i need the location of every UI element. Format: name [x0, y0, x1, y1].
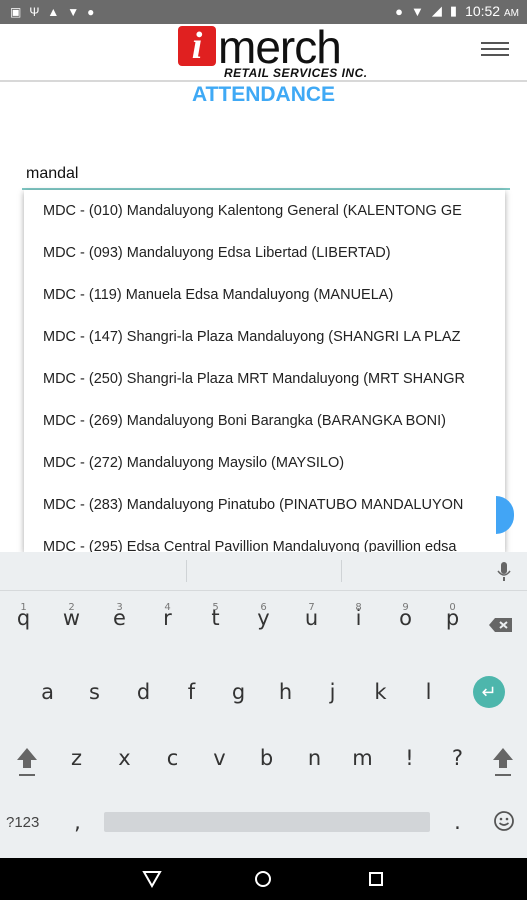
dropdown-item[interactable]: MDC - (269) Mandaluyong Boni Barangka (B…: [24, 400, 505, 442]
floating-action-button[interactable]: [496, 496, 514, 534]
key-z[interactable]: z: [53, 746, 100, 770]
emoji-icon[interactable]: [493, 810, 515, 832]
enter-key-icon[interactable]: ↵: [473, 676, 505, 708]
key-u[interactable]: 7u: [288, 602, 335, 630]
wifi-icon: ▼: [411, 3, 424, 19]
space-bar[interactable]: [104, 812, 430, 832]
dropdown-item[interactable]: MDC - (093) Mandaluyong Edsa Libertad (L…: [24, 232, 505, 274]
autocomplete-dropdown: MDC - (010) Mandaluyong Kalentong Genera…: [24, 190, 505, 552]
location-icon: ●: [395, 3, 404, 19]
key-p[interactable]: 0p: [429, 602, 476, 630]
clock: 10:52 AM: [465, 3, 519, 19]
key-t[interactable]: 5t: [192, 602, 239, 630]
key-o[interactable]: 9o: [382, 602, 429, 630]
backspace-icon[interactable]: [488, 617, 514, 633]
key-l[interactable]: l: [405, 680, 452, 704]
dropdown-item[interactable]: MDC - (283) Mandaluyong Pinatubo (PINATU…: [24, 484, 505, 526]
notification-icons: ▣ Ψ ▲ ▼ ●: [10, 4, 94, 20]
logo-tagline: RETAIL SERVICES INC.: [224, 66, 368, 80]
imerch-logo: i merch RETAIL SERVICES INC.: [178, 21, 388, 80]
store-search-input[interactable]: [22, 160, 510, 190]
logo-i-mark: i: [178, 26, 216, 66]
key-w[interactable]: 2w: [48, 602, 95, 630]
suggestion-divider: [341, 560, 342, 582]
key-y[interactable]: 6y: [240, 602, 287, 630]
key-g[interactable]: g: [215, 680, 262, 704]
key-x[interactable]: x: [101, 746, 148, 770]
signal-icon: ◢: [431, 3, 442, 18]
key-q[interactable]: 1q: [0, 602, 47, 630]
recents-icon[interactable]: [368, 871, 384, 887]
back-icon[interactable]: [142, 870, 162, 888]
key-exclamation[interactable]: !: [386, 746, 433, 770]
key-h[interactable]: h: [262, 680, 309, 704]
key-e[interactable]: 3e: [96, 602, 143, 630]
key-j[interactable]: j: [309, 680, 356, 704]
download-icon: ▼: [67, 5, 80, 19]
hamburger-menu-icon[interactable]: [481, 42, 509, 60]
system-icons: ● ▼ ◢ ▮ 10:52 AM: [395, 3, 519, 19]
page-title: ATTENDANCE: [191, 83, 336, 106]
key-question[interactable]: ?: [434, 746, 481, 770]
soft-keyboard: 1q 2w 3e 4r 5t 6y 7u 8i 9o 0p a s d f g …: [0, 552, 527, 858]
android-icon: ●: [87, 5, 95, 19]
symbols-key[interactable]: ?123: [6, 814, 39, 831]
key-comma[interactable]: ,: [54, 810, 101, 834]
battery-icon: ▮: [449, 3, 458, 18]
usb-icon: Ψ: [29, 5, 40, 19]
shift-icon[interactable]: [15, 746, 39, 780]
dropdown-item[interactable]: MDC - (272) Mandaluyong Maysilo (MAYSILO…: [24, 442, 505, 484]
key-c[interactable]: c: [149, 746, 196, 770]
key-n[interactable]: n: [291, 746, 338, 770]
key-r[interactable]: 4r: [144, 602, 191, 630]
key-s[interactable]: s: [71, 680, 118, 704]
key-i[interactable]: 8i: [335, 602, 382, 630]
dropdown-item[interactable]: MDC - (119) Manuela Edsa Mandaluyong (MA…: [24, 274, 505, 316]
key-v[interactable]: v: [196, 746, 243, 770]
dropdown-item[interactable]: MDC - (250) Shangri-la Plaza MRT Mandalu…: [24, 358, 505, 400]
microphone-icon[interactable]: [497, 562, 511, 582]
navigation-bar: [0, 858, 527, 900]
key-f[interactable]: f: [168, 680, 215, 704]
shield-icon: ▲: [47, 5, 60, 19]
suggestion-divider: [186, 560, 187, 582]
key-a[interactable]: a: [24, 680, 71, 704]
app-bar: i merch RETAIL SERVICES INC.: [0, 21, 527, 82]
suggestion-strip: [0, 552, 527, 591]
dropdown-item[interactable]: MDC - (147) Shangri-la Plaza Mandaluyong…: [24, 316, 505, 358]
key-b[interactable]: b: [243, 746, 290, 770]
key-k[interactable]: k: [357, 680, 404, 704]
dropdown-item[interactable]: MDC - (295) Edsa Central Pavillion Manda…: [24, 526, 505, 552]
key-d[interactable]: d: [120, 680, 167, 704]
key-m[interactable]: m: [339, 746, 386, 770]
dropdown-item[interactable]: MDC - (010) Mandaluyong Kalentong Genera…: [24, 190, 505, 232]
shift-right-icon[interactable]: [491, 746, 515, 780]
key-period[interactable]: .: [434, 810, 481, 834]
home-icon[interactable]: [254, 870, 272, 888]
sim-icon: ▣: [10, 5, 22, 19]
